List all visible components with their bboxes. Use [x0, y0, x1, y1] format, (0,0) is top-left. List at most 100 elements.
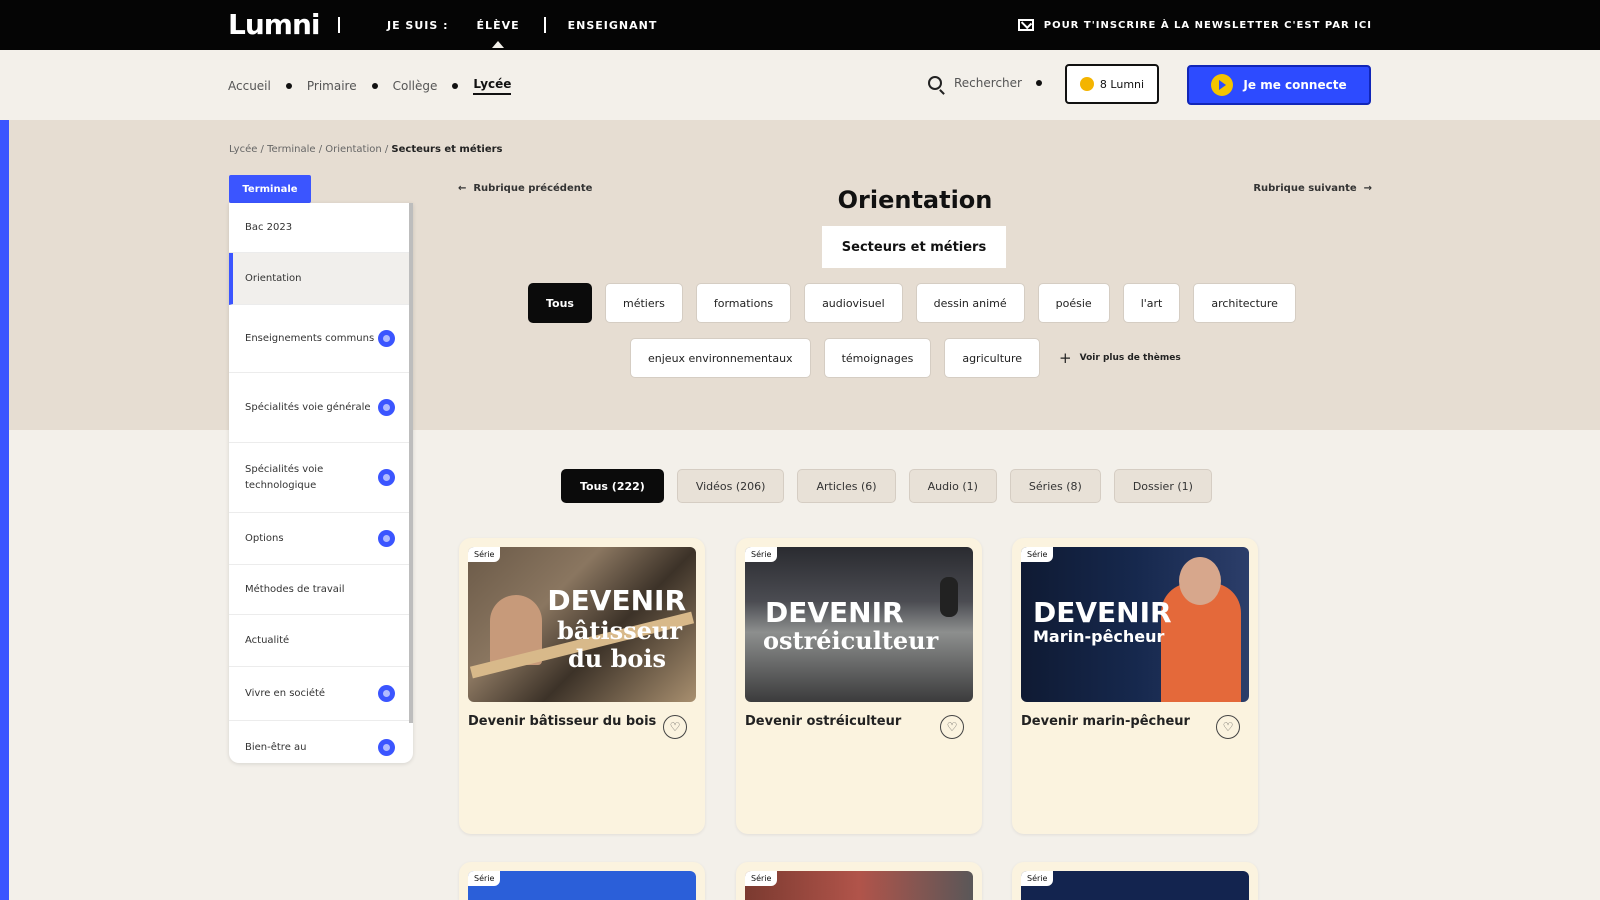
content-card[interactable]: Série: [1012, 862, 1258, 900]
thumb-title-2: bâtisseur: [557, 616, 682, 645]
plus-icon: +: [1059, 349, 1072, 367]
sidebar-item-vivre-en-societe[interactable]: Vivre en société: [229, 667, 413, 721]
sidebar-header[interactable]: Terminale: [229, 175, 311, 203]
sidebar-item-label: Options: [245, 532, 284, 544]
breadcrumb-current: Secteurs et métiers: [391, 144, 503, 155]
heart-icon[interactable]: ♡: [940, 715, 964, 739]
tag-formations[interactable]: formations: [695, 283, 792, 323]
expand-icon[interactable]: [378, 529, 395, 547]
sidebar-item-bien-etre[interactable]: Bien-être au: [229, 721, 413, 763]
sidebar-item-label: Actualité: [245, 634, 290, 646]
sidebar-item-orientation[interactable]: Orientation: [229, 253, 413, 305]
expand-icon[interactable]: [378, 684, 395, 702]
tag-tous[interactable]: Tous: [528, 283, 592, 323]
card-thumbnail[interactable]: Série: [1021, 871, 1249, 900]
tag-temoignages[interactable]: témoignages: [823, 338, 932, 378]
filter-audio[interactable]: Audio (1): [908, 469, 997, 503]
sidebar-item-label: Orientation: [245, 272, 302, 284]
filter-articles[interactable]: Articles (6): [797, 469, 896, 503]
card-thumbnail[interactable]: Série DEVENIR bâtisseur du bois: [468, 547, 696, 702]
accent-bar: [0, 120, 9, 900]
tag-poesie[interactable]: poésie: [1037, 283, 1110, 323]
expand-icon[interactable]: [378, 738, 395, 756]
content-card[interactable]: Série DEVENIR ostréiculteur Devenir ostr…: [736, 538, 982, 834]
serie-badge: Série: [468, 547, 501, 562]
card-title[interactable]: Devenir marin-pêcheur: [1021, 714, 1211, 729]
sidebar-item-options[interactable]: Options: [229, 513, 413, 565]
nav-lycee[interactable]: Lycée: [473, 77, 512, 95]
level-tabs: Accueil Primaire Collège Lycée: [228, 77, 512, 95]
login-button[interactable]: Je me connecte: [1187, 65, 1371, 105]
card-title[interactable]: Devenir bâtisseur du bois: [468, 714, 658, 729]
sidebar-item-label: Méthodes de travail: [245, 583, 345, 595]
serie-badge: Série: [1021, 547, 1054, 562]
nav-enseignant[interactable]: ENSEIGNANT: [568, 19, 658, 32]
je-suis-menu[interactable]: JE SUIS :: [387, 19, 449, 32]
tag-art[interactable]: l'art: [1122, 283, 1181, 323]
thumb-title-2: Marin-pêcheur: [1033, 627, 1165, 646]
card-thumbnail[interactable]: Série: [745, 871, 973, 900]
theme-tags-row1: Tous métiers formations audiovisuel dess…: [528, 283, 1296, 323]
expand-icon[interactable]: [378, 468, 395, 486]
card-thumbnail[interactable]: Série DEVENIR ostréiculteur: [745, 547, 973, 702]
nav-accueil[interactable]: Accueil: [228, 79, 271, 93]
section-subtitle: Secteurs et métiers: [822, 226, 1006, 268]
lumni-logo[interactable]: Lumni: [228, 8, 320, 41]
sidebar-item-specialites-technologique[interactable]: Spécialités voie technologique: [229, 443, 413, 513]
sidebar-scrollbar[interactable]: [409, 203, 413, 723]
divider: [338, 17, 340, 33]
tag-audiovisuel[interactable]: audiovisuel: [804, 283, 903, 323]
more-themes-button[interactable]: + Voir plus de thèmes: [1059, 349, 1181, 367]
filter-videos[interactable]: Vidéos (206): [676, 469, 785, 503]
content-card[interactable]: Série DEVENIR bâtisseur du bois Devenir …: [459, 538, 705, 834]
content-card[interactable]: Série DEVENIR Marin-pêcheur Devenir mari…: [1012, 538, 1258, 834]
person-head: [1179, 557, 1221, 605]
expand-icon[interactable]: [378, 398, 395, 416]
separator-dot: [452, 83, 459, 89]
search-label: Rechercher: [954, 76, 1022, 90]
nav-primaire[interactable]: Primaire: [307, 79, 357, 93]
my-lumni-button[interactable]: 8 Lumni: [1065, 64, 1159, 104]
content-card[interactable]: Série: [736, 862, 982, 900]
expand-icon[interactable]: [378, 329, 395, 347]
card-title[interactable]: Devenir ostréiculteur: [745, 714, 935, 729]
breadcrumb: Lycée / Terminale / Orientation / Secteu…: [229, 144, 503, 155]
tag-metiers[interactable]: métiers: [604, 283, 683, 323]
sidebar-item-enseignements-communs[interactable]: Enseignements communs: [229, 305, 413, 373]
newsletter-link[interactable]: POUR T'INSCRIRE À LA NEWSLETTER C'EST PA…: [1017, 19, 1372, 31]
nav-eleve[interactable]: ÉLÈVE: [477, 19, 520, 48]
sidebar-item-methodes[interactable]: Méthodes de travail: [229, 565, 413, 615]
thumb-title-1: DEVENIR: [1033, 596, 1172, 629]
content-card[interactable]: Série: [459, 862, 705, 900]
nav-college[interactable]: Collège: [393, 79, 438, 93]
sidebar-item-label: Bac 2023: [245, 221, 293, 233]
heart-icon[interactable]: ♡: [663, 715, 687, 739]
my-lumni-label: 8 Lumni: [1099, 77, 1145, 91]
audience-nav: JE SUIS : ÉLÈVE ENSEIGNANT: [387, 17, 658, 48]
tag-enjeux-environnementaux[interactable]: enjeux environnementaux: [630, 338, 811, 378]
tag-architecture[interactable]: architecture: [1193, 283, 1296, 323]
serie-badge: Série: [745, 871, 778, 886]
sidebar-item-specialites-generale[interactable]: Spécialités voie générale: [229, 373, 413, 443]
tag-agriculture[interactable]: agriculture: [944, 338, 1041, 378]
sidebar-item-label: Vivre en société: [245, 687, 326, 699]
sidebar-item-actualite[interactable]: Actualité: [229, 615, 413, 667]
tag-dessin-anime[interactable]: dessin animé: [915, 283, 1025, 323]
mail-icon: [1017, 19, 1034, 31]
sidebar-item-bac-2023[interactable]: Bac 2023: [229, 203, 413, 253]
filter-tous[interactable]: Tous (222): [561, 469, 664, 503]
sidebar-item-label: Bien-être au: [245, 741, 307, 753]
card-thumbnail[interactable]: Série: [468, 871, 696, 900]
login-label: Je me connecte: [1243, 78, 1347, 92]
theme-tags-row2: enjeux environnementaux témoignages agri…: [630, 338, 1181, 378]
play-icon: [1211, 74, 1234, 96]
separator-dot: [1035, 80, 1042, 86]
card-thumbnail[interactable]: Série DEVENIR Marin-pêcheur: [1021, 547, 1249, 702]
divider: [543, 17, 546, 33]
filter-dossier[interactable]: Dossier (1): [1113, 469, 1212, 503]
search-button[interactable]: Rechercher: [928, 76, 1042, 90]
separator-dot: [285, 83, 292, 89]
heart-icon[interactable]: ♡: [1216, 715, 1240, 739]
breadcrumb-path[interactable]: Lycée / Terminale / Orientation /: [229, 144, 391, 155]
filter-series[interactable]: Séries (8): [1009, 469, 1101, 503]
